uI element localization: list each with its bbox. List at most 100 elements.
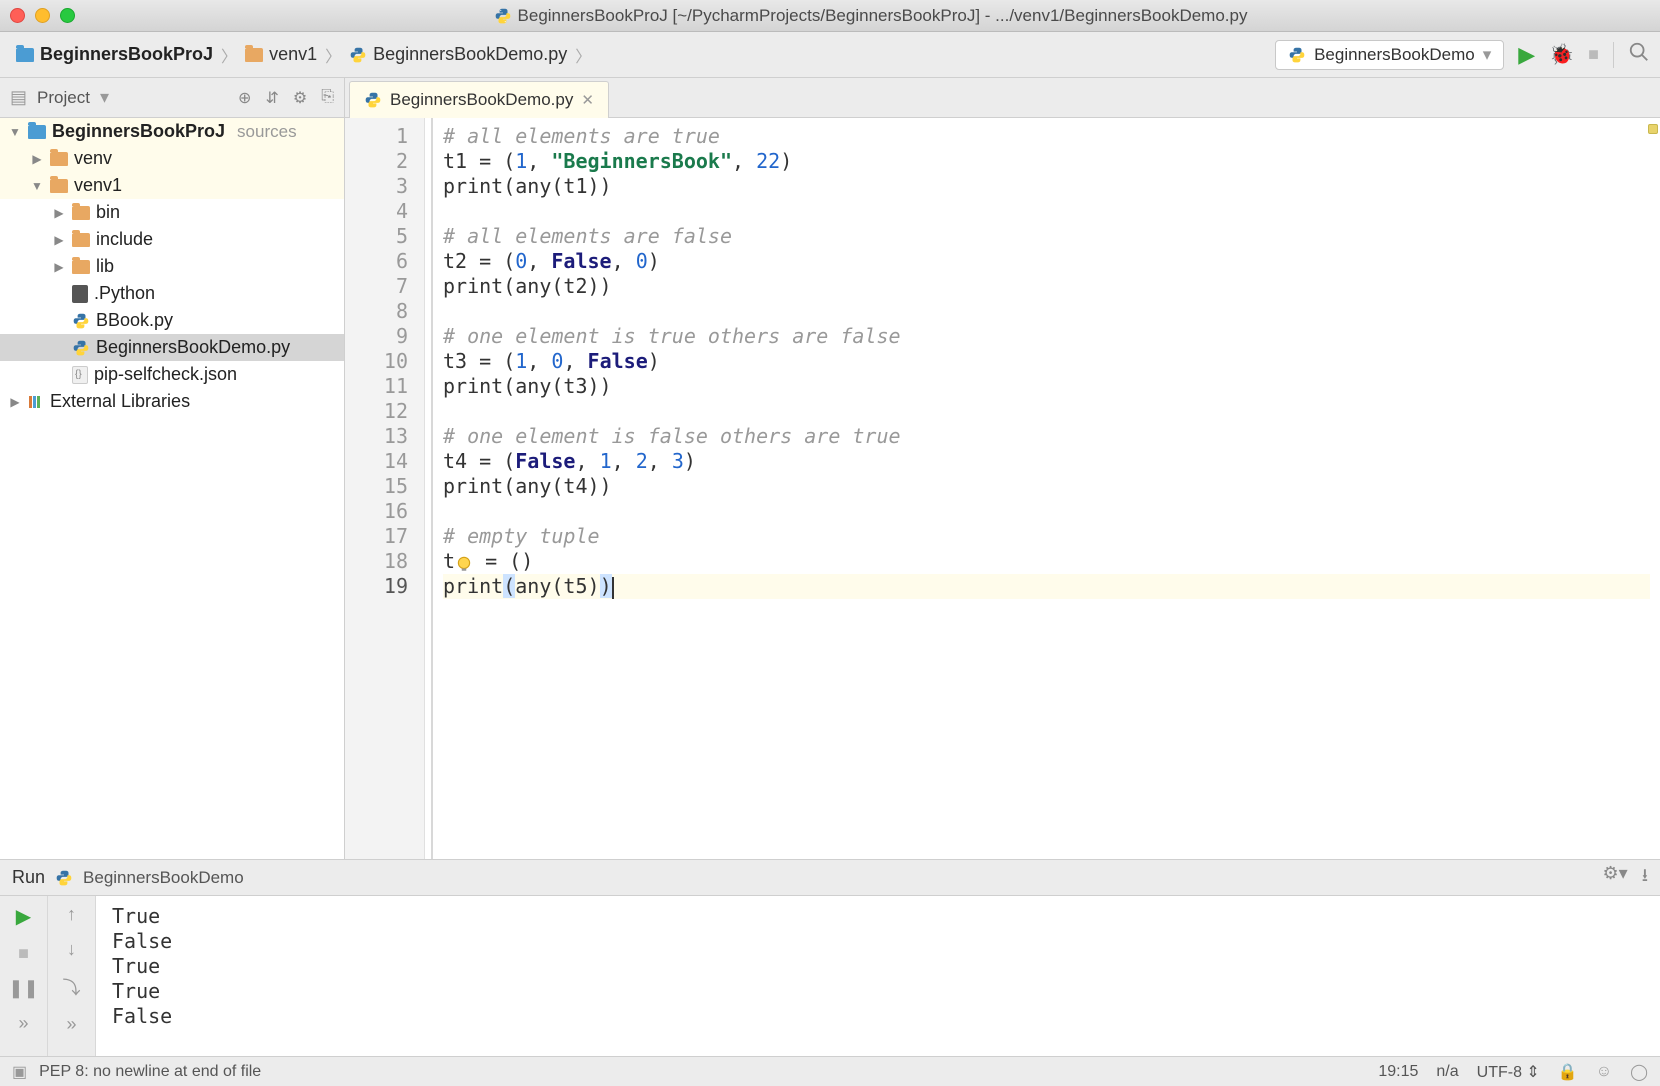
code-line[interactable] [443, 499, 1650, 524]
line-number[interactable]: 9 [345, 324, 408, 349]
tree-label: BeginnersBookProJ [52, 121, 225, 142]
warning-marker[interactable] [1648, 124, 1658, 134]
wrap-icon[interactable]: ⤵ [63, 974, 81, 1000]
expand-arrow-icon[interactable] [30, 179, 44, 193]
tree-item[interactable]: .Python [0, 280, 344, 307]
code-line[interactable]: t4 = (False, 1, 2, 3) [443, 449, 1650, 474]
panel-toggle-icon[interactable]: ▣ [12, 1062, 27, 1082]
lock-icon[interactable]: 🔒 [1558, 1062, 1578, 1082]
file-encoding[interactable]: UTF-8 ⇕ [1477, 1062, 1540, 1082]
tree-item[interactable]: {}pip-selfcheck.json [0, 361, 344, 388]
tree-item[interactable]: BBook.py [0, 307, 344, 334]
line-number[interactable]: 3 [345, 174, 408, 199]
expand-arrow-icon[interactable] [8, 125, 22, 139]
run-config-selector[interactable]: BeginnersBookDemo ▾ [1275, 40, 1504, 70]
code-line[interactable]: # empty tuple [443, 524, 1650, 549]
pause-button[interactable]: ❚❚ [8, 978, 38, 999]
code-line[interactable] [443, 299, 1650, 324]
tree-root[interactable]: BeginnersBookProJ sources [0, 118, 344, 145]
rerun-button[interactable]: ▶ [16, 904, 31, 929]
expand-arrow-icon[interactable] [30, 152, 44, 166]
code-line[interactable]: t = () [443, 549, 1650, 574]
tree-label: .Python [94, 283, 155, 304]
run-button[interactable]: ▶ [1518, 42, 1535, 68]
gear-icon[interactable]: ⚙▾ [1603, 863, 1628, 893]
python-icon [494, 7, 512, 25]
tree-item[interactable]: bin [0, 199, 344, 226]
code-line[interactable]: print(any(t3)) [443, 374, 1650, 399]
code-line[interactable]: t3 = (1, 0, False) [443, 349, 1650, 374]
line-number[interactable]: 10 [345, 349, 408, 374]
search-button[interactable] [1628, 41, 1650, 69]
line-number[interactable]: 5 [345, 224, 408, 249]
code-line[interactable]: # one element is true others are false [443, 324, 1650, 349]
line-number[interactable]: 15 [345, 474, 408, 499]
expand-arrow-icon[interactable] [8, 395, 22, 409]
more-button[interactable]: » [18, 1013, 28, 1034]
tree-item[interactable]: include [0, 226, 344, 253]
tree-external-libraries[interactable]: External Libraries [0, 388, 344, 415]
breadcrumb-file[interactable]: BeginnersBookDemo.py [343, 44, 573, 65]
line-number[interactable]: 12 [345, 399, 408, 424]
tree-item[interactable]: venv1 [0, 172, 344, 199]
code-line[interactable] [443, 199, 1650, 224]
code-line[interactable]: print(any(t2)) [443, 274, 1650, 299]
line-number[interactable]: 8 [345, 299, 408, 324]
line-number[interactable]: 14 [345, 449, 408, 474]
line-number[interactable]: 16 [345, 499, 408, 524]
editor-tab[interactable]: BeginnersBookDemo.py ✕ [349, 81, 609, 118]
tree-item[interactable]: lib [0, 253, 344, 280]
code-editor[interactable]: 12345678910111213141516171819 # all elem… [345, 118, 1660, 859]
cursor-position[interactable]: 19:15 [1378, 1063, 1418, 1081]
code-line[interactable]: # one element is false others are true [443, 424, 1650, 449]
code-line[interactable]: t2 = (0, False, 0) [443, 249, 1650, 274]
intention-bulb-icon[interactable] [455, 554, 473, 572]
locate-icon[interactable]: ⊕ [238, 88, 251, 108]
download-icon[interactable]: ⭳ [1642, 863, 1648, 893]
code-content[interactable]: # all elements are truet1 = (1, "Beginne… [433, 118, 1660, 859]
line-number[interactable]: 11 [345, 374, 408, 399]
project-tree[interactable]: BeginnersBookProJ sources venvvenv1binin… [0, 118, 344, 859]
insert-mode[interactable]: n/a [1436, 1063, 1458, 1081]
line-number[interactable]: 18 [345, 549, 408, 574]
stop-button[interactable]: ■ [1588, 44, 1599, 65]
expand-arrow-icon[interactable] [52, 233, 66, 247]
line-number[interactable]: 6 [345, 249, 408, 274]
minimize-window-button[interactable] [35, 8, 50, 23]
line-number[interactable]: 1 [345, 124, 408, 149]
tree-item[interactable]: BeginnersBookDemo.py [0, 334, 344, 361]
line-number[interactable]: 4 [345, 199, 408, 224]
stop-button[interactable]: ■ [18, 943, 29, 964]
hide-icon[interactable]: ⎘ [321, 88, 334, 108]
close-tab-icon[interactable]: ✕ [581, 91, 594, 109]
line-number[interactable]: 13 [345, 424, 408, 449]
expand-arrow-icon[interactable] [52, 260, 66, 274]
code-line[interactable]: # all elements are false [443, 224, 1650, 249]
code-line[interactable]: # all elements are true [443, 124, 1650, 149]
code-line[interactable]: print(any(t1)) [443, 174, 1650, 199]
line-number[interactable]: 2 [345, 149, 408, 174]
up-icon[interactable]: ↑ [67, 904, 76, 925]
more-button[interactable]: » [66, 1014, 76, 1035]
line-number[interactable]: 7 [345, 274, 408, 299]
line-number[interactable]: 19 [345, 574, 408, 599]
gear-icon[interactable]: ⚙ [293, 88, 307, 108]
expand-arrow-icon[interactable] [52, 206, 66, 220]
breadcrumb-project[interactable]: BeginnersBookProJ [10, 44, 219, 65]
collapse-icon[interactable]: ⇵ [265, 88, 278, 108]
debug-button[interactable]: 🐞 [1549, 42, 1574, 67]
tree-item[interactable]: venv [0, 145, 344, 172]
down-icon[interactable]: ↓ [67, 939, 76, 960]
code-line[interactable]: t1 = (1, "BeginnersBook", 22) [443, 149, 1650, 174]
code-line[interactable]: print(any(t4)) [443, 474, 1650, 499]
code-line[interactable] [443, 399, 1650, 424]
close-window-button[interactable] [10, 8, 25, 23]
code-line[interactable]: print(any(t5)) [443, 574, 1650, 599]
zoom-window-button[interactable] [60, 8, 75, 23]
line-number[interactable]: 17 [345, 524, 408, 549]
breadcrumb-folder[interactable]: venv1 [239, 44, 323, 65]
inspector-icon[interactable]: ☺ [1596, 1063, 1612, 1081]
feedback-icon[interactable]: ◯ [1630, 1062, 1648, 1082]
run-output[interactable]: TrueFalseTrueTrueFalse Process finished … [96, 896, 1660, 1056]
chevron-down-icon[interactable]: ▾ [100, 87, 109, 108]
